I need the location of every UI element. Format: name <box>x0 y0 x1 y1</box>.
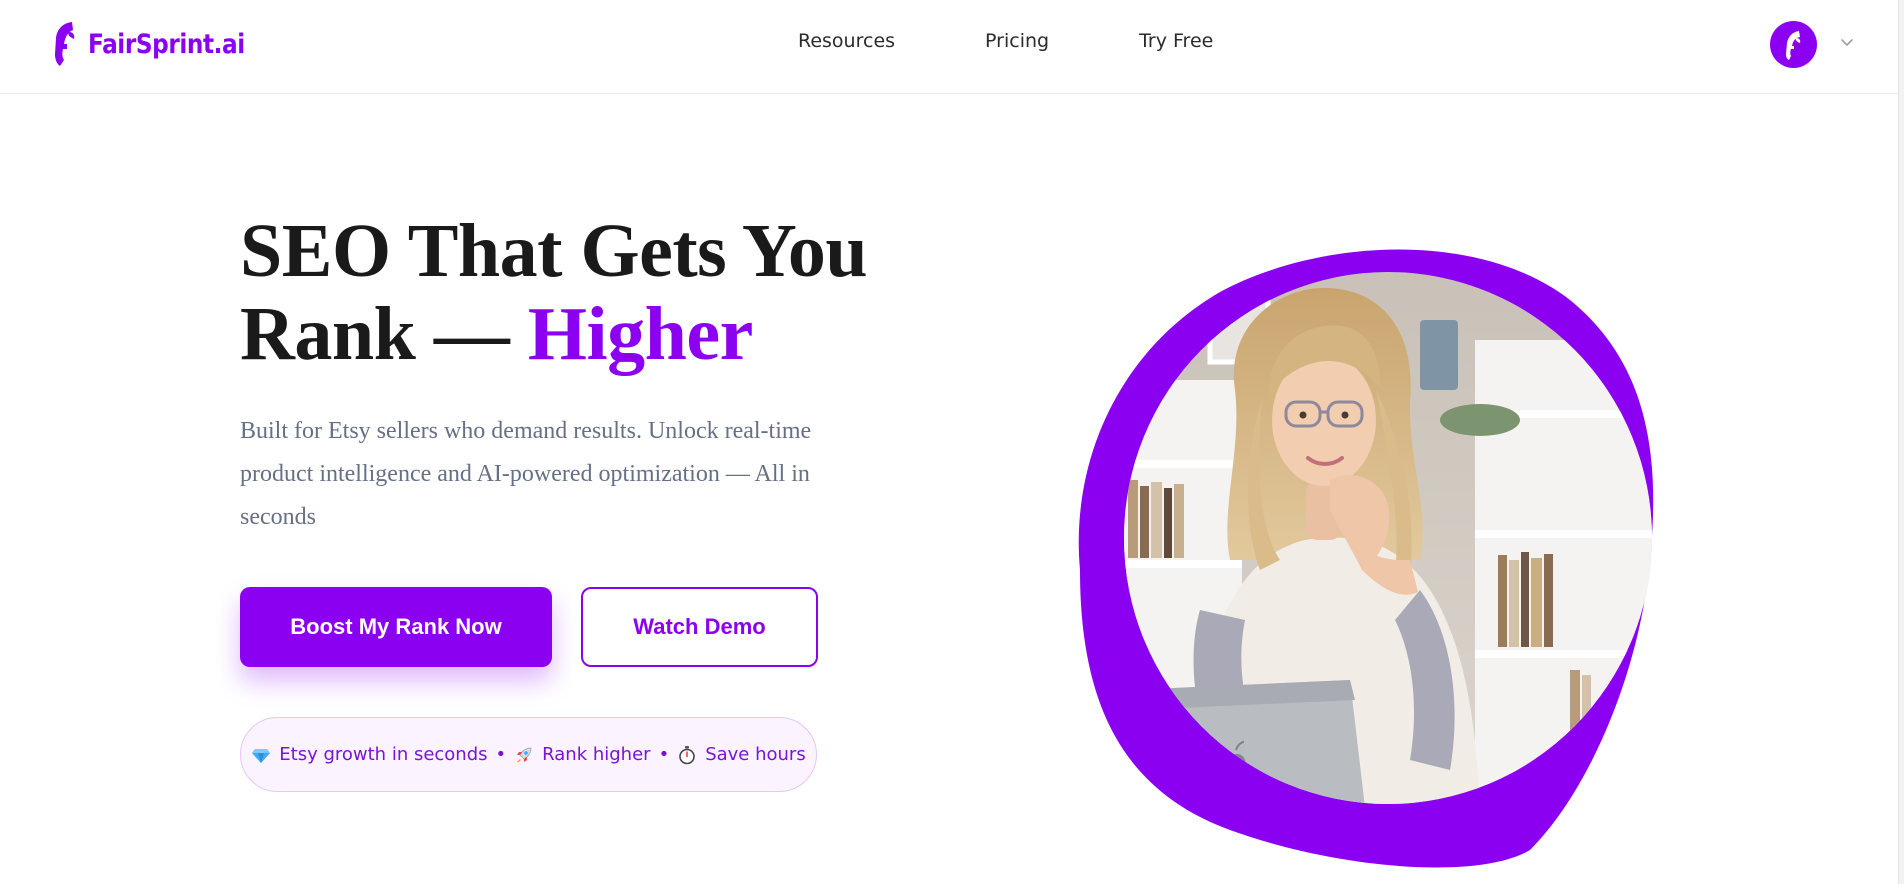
gem-icon <box>252 748 271 763</box>
top-navbar: FairSprint.ai Resources Pricing Try Free <box>0 0 1904 94</box>
hero-subtext: Built for Etsy sellers who demand result… <box>240 418 812 530</box>
user-avatar[interactable] <box>1770 21 1817 68</box>
hero-image-frame <box>1078 249 1654 868</box>
brand-name: FairSprint.ai <box>88 28 245 60</box>
nav-link-resources[interactable]: Resources <box>798 30 895 52</box>
stopwatch-icon <box>679 745 696 764</box>
headline-accent: Higher <box>527 292 753 376</box>
fairsprint-logo-icon <box>55 22 75 66</box>
main-nav: Resources Pricing Try Free <box>798 30 1213 52</box>
headline-line-1: SEO That Gets You <box>240 209 868 293</box>
headline-line-2: Rank — <box>240 292 510 376</box>
brand-logo[interactable]: FairSprint.ai <box>52 20 270 68</box>
nav-link-pricing[interactable]: Pricing <box>985 30 1049 52</box>
boost-rank-button[interactable]: Boost My Rank Now <box>240 587 552 667</box>
separator-dot: • <box>658 744 670 765</box>
nav-link-try-free[interactable]: Try Free <box>1139 30 1213 52</box>
highlights-pill: Etsy growth in seconds • Rank higher • S… <box>240 717 817 792</box>
highlight-label: Rank higher <box>542 744 651 765</box>
watch-demo-button[interactable]: Watch Demo <box>581 587 818 667</box>
avatar-logo-icon <box>1785 30 1800 60</box>
hero-headline: SEO That Gets You Rank — Higher <box>240 209 868 376</box>
highlight-label: Save hours <box>705 744 806 765</box>
chevron-down-icon[interactable] <box>1839 34 1855 50</box>
rocket-icon <box>517 747 532 762</box>
page-scrollbar[interactable] <box>1898 0 1904 884</box>
separator-dot: • <box>495 744 507 765</box>
highlight-label: Etsy growth in seconds <box>279 744 488 765</box>
